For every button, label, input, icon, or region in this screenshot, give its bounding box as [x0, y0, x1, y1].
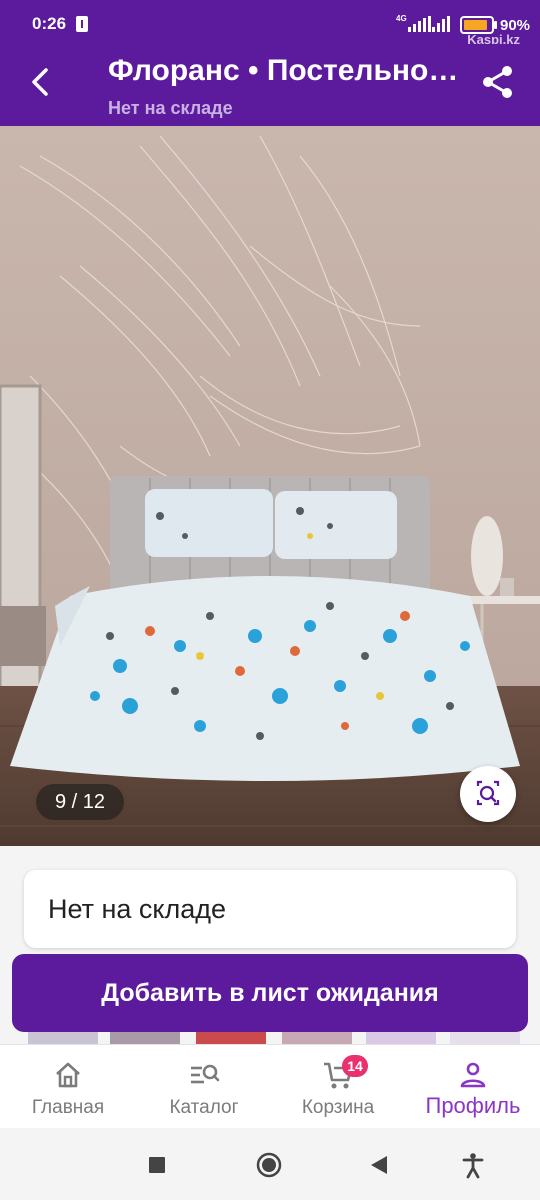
status-bar: 0:26 4G 90% Kaspi.kz	[0, 0, 540, 47]
product-image[interactable]: 9 / 12	[0, 126, 540, 846]
cellular-signal-icon	[408, 16, 431, 32]
wifi-signal-icon	[432, 16, 450, 32]
back-triangle-icon[interactable]	[364, 1150, 394, 1180]
status-time: 0:26	[32, 14, 67, 33]
image-search-button[interactable]	[460, 766, 516, 822]
add-to-waitlist-button[interactable]: Добавить в лист ожидания	[12, 954, 528, 1032]
share-icon	[483, 66, 512, 98]
cart-count-badge: 14	[342, 1055, 368, 1077]
nav-profile[interactable]: Профиль	[412, 1045, 534, 1129]
arrow-back-icon	[32, 68, 48, 96]
battery-level-fill	[464, 20, 488, 30]
product-thumbnail[interactable]	[282, 1032, 352, 1044]
accessibility-icon[interactable]	[458, 1150, 488, 1180]
bottom-navigation: Главная Каталог 14 Корзина Профиль	[0, 1044, 540, 1128]
similar-products-strip[interactable]	[0, 1032, 540, 1044]
page-subtitle: Нет на складе	[108, 98, 233, 118]
nav-catalog[interactable]: Каталог	[150, 1045, 258, 1129]
product-thumbnail[interactable]	[366, 1032, 436, 1044]
product-thumbnail[interactable]	[110, 1032, 180, 1044]
product-page: 0:26 4G 90% Kaspi.kz Флоранс • Постельно…	[0, 0, 540, 1200]
network-type-label: 4G	[396, 14, 407, 23]
recents-square-icon[interactable]	[142, 1150, 172, 1180]
stock-status-card: Нет на складе	[24, 870, 516, 948]
battery-cap	[494, 21, 497, 29]
nav-cart-label: Корзина	[301, 1097, 375, 1118]
visual-search-icon	[476, 780, 500, 806]
nav-home[interactable]: Главная	[14, 1045, 122, 1129]
back-button[interactable]	[22, 62, 62, 102]
product-thumbnail[interactable]	[28, 1032, 98, 1044]
product-thumbnail[interactable]	[196, 1032, 266, 1044]
nav-cart[interactable]: 14 Корзина	[284, 1045, 392, 1129]
home-circle-icon[interactable]	[254, 1150, 284, 1180]
page-title: Флоранс • Постельное белье	[108, 54, 468, 87]
product-photo-bedroom	[0, 126, 540, 846]
stock-status-text: Нет на складе	[48, 894, 227, 924]
alert-notification-icon	[76, 16, 88, 32]
share-button[interactable]	[478, 62, 518, 102]
nav-catalog-label: Каталог	[169, 1097, 239, 1118]
nav-home-label: Главная	[31, 1097, 105, 1118]
gallery-counter: 9 / 12	[36, 784, 124, 820]
system-navigation-bar	[0, 1128, 540, 1200]
nav-profile-label: Профиль	[425, 1093, 521, 1118]
catalog-search-icon	[191, 1064, 220, 1084]
app-bar: Флоранс • Постельное белье Нет на складе	[0, 44, 540, 126]
person-icon	[460, 1062, 486, 1088]
home-icon	[56, 1062, 80, 1088]
product-thumbnail[interactable]	[450, 1032, 520, 1044]
